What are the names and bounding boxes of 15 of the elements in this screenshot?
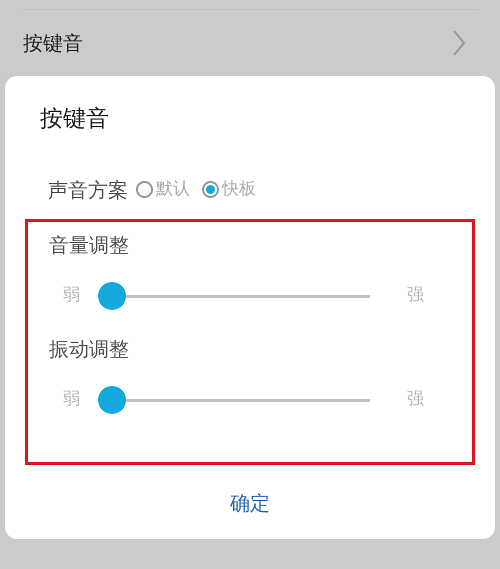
slider-label: 音量调整 [49,232,129,258]
sound-scheme-label: 声音方案 [48,176,128,204]
chevron-right-icon[interactable] [452,29,466,57]
slider-thumb[interactable] [98,282,126,310]
min-label: 弱 [63,284,81,307]
settings-row-label: 按键音 [23,30,83,57]
min-label: 弱 [63,388,81,411]
max-label: 强 [407,284,424,307]
max-label: 强 [407,388,424,411]
radio-option[interactable]: 快板 [202,176,256,202]
dialog-title: 按键音 [40,105,109,134]
slider-thumb[interactable] [98,386,126,414]
confirm-button[interactable]: 确定 [214,484,286,522]
slider-label: 振动调整 [49,336,129,362]
radio-option[interactable]: 默认 [136,176,190,202]
